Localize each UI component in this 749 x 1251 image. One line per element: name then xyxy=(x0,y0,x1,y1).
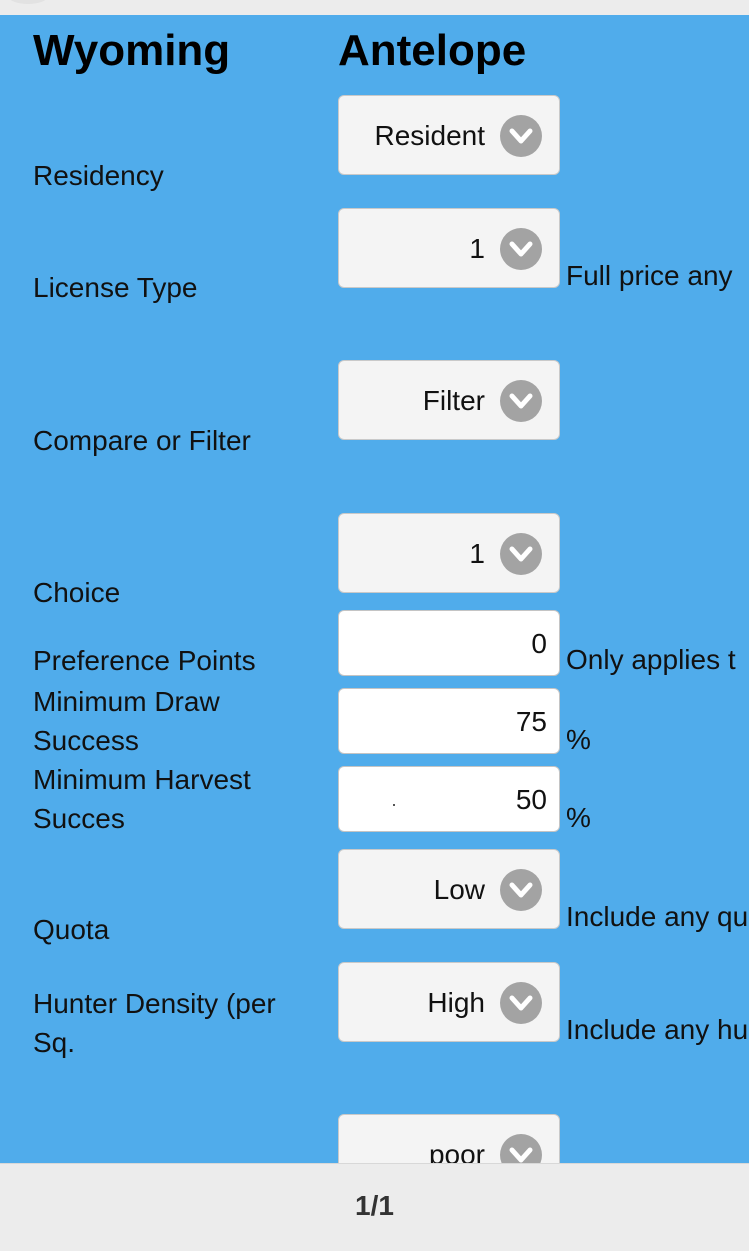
scroll-nub xyxy=(8,0,48,4)
chevron-down-icon xyxy=(500,115,542,157)
quota-value: Low xyxy=(433,874,485,905)
min-harvest-value: 50 xyxy=(515,784,547,815)
chevron-down-icon xyxy=(500,869,542,911)
chevron-down-icon xyxy=(500,1134,542,1163)
min-harvest-unit: % xyxy=(566,802,591,833)
chevron-down-icon xyxy=(500,380,542,422)
cursor-dot xyxy=(393,804,395,806)
choice-value: 1 xyxy=(469,538,485,569)
form-panel[interactable]: Wyoming Antelope Residency Resident Lice… xyxy=(0,15,749,1163)
chevron-down-icon xyxy=(500,533,542,575)
compare-filter-value: Filter xyxy=(422,385,485,416)
min-harvest-label-2: Succes xyxy=(33,803,125,834)
hunter-density-label-1: Hunter Density (per xyxy=(33,988,276,1019)
quota-note: Include any qu xyxy=(566,901,749,932)
residency-label: Residency xyxy=(33,160,164,191)
bottom-bar: 1/1 xyxy=(0,1163,749,1251)
min-draw-input[interactable]: 75 xyxy=(338,688,560,754)
choice-label: Choice xyxy=(33,577,121,608)
compare-filter-label: Compare or Filter xyxy=(33,425,251,456)
quota-select[interactable]: Low xyxy=(338,849,560,929)
min-draw-label-2: Success xyxy=(33,725,139,756)
condition-value: poor xyxy=(428,1139,485,1163)
preference-points-label: Preference Points xyxy=(33,645,256,676)
preference-points-value: 0 xyxy=(531,628,547,659)
condition-select[interactable]: poor xyxy=(338,1114,560,1163)
license-type-note: Full price any xyxy=(566,260,733,291)
preference-points-input[interactable]: 0 xyxy=(338,610,560,676)
page-indicator: 1/1 xyxy=(355,1190,394,1221)
hunter-density-select[interactable]: High xyxy=(338,962,560,1042)
quota-label: Quota xyxy=(33,914,110,945)
hunter-density-value: High xyxy=(427,987,485,1018)
chevron-down-icon xyxy=(500,982,542,1024)
species-title: Antelope xyxy=(338,26,527,75)
residency-select[interactable]: Resident xyxy=(338,95,560,175)
preference-points-note: Only applies t xyxy=(566,644,736,675)
chevron-down-icon xyxy=(500,228,542,270)
choice-select[interactable]: 1 xyxy=(338,513,560,593)
license-type-value: 1 xyxy=(469,233,485,264)
hunter-density-note: Include any hu xyxy=(566,1014,749,1045)
min-harvest-input[interactable]: 50 xyxy=(338,766,560,832)
min-draw-unit: % xyxy=(566,724,591,755)
min-draw-value: 75 xyxy=(515,706,547,737)
top-bar xyxy=(0,0,749,15)
license-type-label: License Type xyxy=(33,272,198,303)
license-type-select[interactable]: 1 xyxy=(338,208,560,288)
state-title: Wyoming xyxy=(33,26,231,75)
min-draw-label-1: Minimum Draw xyxy=(33,686,220,717)
hunter-density-label-2: Sq. xyxy=(33,1027,76,1058)
residency-value: Resident xyxy=(374,120,485,151)
min-harvest-label-1: Minimum Harvest xyxy=(33,764,251,795)
compare-filter-select[interactable]: Filter xyxy=(338,360,560,440)
